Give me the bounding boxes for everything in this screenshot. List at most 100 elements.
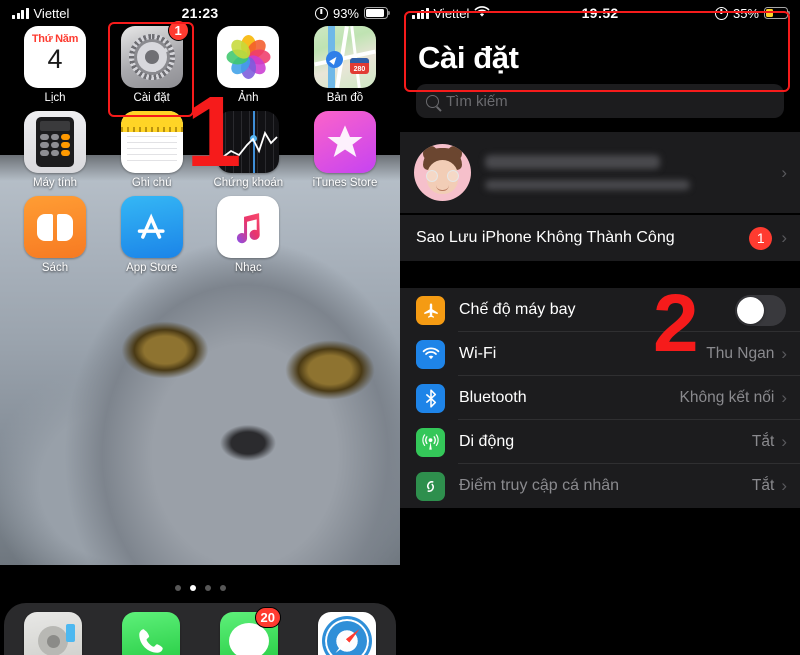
row-label: Di động — [459, 433, 515, 450]
chevron-right-icon: › — [781, 476, 787, 495]
gear-glyph — [128, 34, 175, 80]
row-personal-hotspot[interactable]: Điểm truy cập cá nhân Tắt › — [400, 464, 800, 508]
bluetooth-icon — [416, 383, 445, 413]
battery-percent-label: 35% — [732, 5, 759, 21]
row-cellular[interactable]: Di động Tắt › — [400, 420, 800, 464]
app-icon-app-store[interactable]: App Store — [111, 196, 193, 274]
notes-icon — [120, 111, 183, 173]
dock-badge: 20 — [254, 607, 281, 628]
app-icon-settings[interactable]: 1 Cài đặt — [111, 20, 193, 104]
row-airplane-mode[interactable]: Chế độ máy bay — [400, 288, 800, 332]
app-store-icon — [120, 196, 183, 258]
app-icon-books[interactable]: Sách — [14, 196, 96, 274]
cellular-icon — [416, 427, 445, 457]
page-dot[interactable] — [219, 585, 226, 591]
battery-low-power-icon — [764, 7, 791, 19]
app-label: Ảnh — [238, 92, 259, 104]
app-icon-stocks[interactable]: Chứng khoán — [207, 111, 289, 189]
maps-icon: 280 — [313, 26, 376, 88]
app-label: Lịch — [44, 92, 66, 104]
open-book-glyph — [37, 213, 73, 241]
hotspot-icon — [416, 471, 445, 501]
handset-glyph — [139, 629, 163, 653]
photos-flower-glyph — [226, 35, 271, 79]
status-right: 35% — [714, 5, 791, 21]
screenshot-root: Viettel 21:23 93% Thứ Năm 4 Lịch 1 Cài đ… — [0, 0, 800, 655]
itunes-store-icon — [313, 111, 376, 173]
search-icon — [426, 94, 439, 108]
page-title: Cài đặt — [418, 40, 519, 75]
maps-location-pin — [325, 51, 343, 68]
row-label: Điểm truy cập cá nhân — [459, 477, 620, 494]
app-icon-itunes-store[interactable]: iTunes Store — [304, 111, 386, 189]
app-row-3: Sách App Store Nhạc — [14, 196, 386, 274]
left-phone-home-screen: Viettel 21:23 93% Thứ Năm 4 Lịch 1 Cài đ… — [0, 0, 400, 655]
page-dot-active[interactable] — [189, 585, 196, 591]
chevron-right-icon: › — [781, 162, 787, 182]
row-label: Wi-Fi — [459, 345, 497, 362]
search-container: Tìm kiếm — [400, 84, 800, 132]
app-grid: Thứ Năm 4 Lịch 1 Cài đặt Ảnh 280 Bản đồ … — [0, 20, 400, 281]
row-bluetooth[interactable]: Bluetooth Không kết nối › — [400, 376, 800, 420]
app-icon-calculator[interactable]: Máy tính — [14, 111, 96, 189]
chevron-right-icon: › — [781, 388, 787, 407]
stocks-icon — [217, 111, 280, 173]
chevron-right-icon: › — [781, 432, 787, 451]
left-status-bar: Viettel 21:23 93% — [0, 0, 400, 26]
camera-icon — [24, 612, 82, 655]
row-backup-failed[interactable]: Sao Lưu iPhone Không Thành Công 1 › — [400, 215, 800, 261]
wifi-icon — [416, 339, 445, 369]
app-icon-notes[interactable]: Ghi chú — [111, 111, 193, 189]
music-note-glyph — [237, 213, 261, 244]
photos-icon — [217, 26, 280, 88]
search-input[interactable]: Tìm kiếm — [416, 84, 784, 118]
dock: 20 — [4, 603, 396, 655]
row-value: Thu Ngan — [706, 345, 775, 362]
dock-icon-safari[interactable] — [317, 612, 377, 655]
dock-icon-camera[interactable] — [23, 612, 83, 655]
airplane-icon — [416, 295, 445, 325]
app-icon-music[interactable]: Nhạc — [207, 196, 289, 274]
row-value: Tắt — [751, 477, 775, 494]
row-wifi[interactable]: Wi-Fi Thu Ngan › — [400, 332, 800, 376]
chevron-right-icon: › — [781, 228, 787, 247]
chevron-right-icon: › — [781, 344, 787, 363]
row-value: Không kết nối — [679, 389, 775, 406]
status-right: 93% — [314, 5, 391, 21]
safari-icon — [318, 612, 376, 655]
app-label: iTunes Store — [312, 177, 378, 189]
battery-percent-label: 93% — [332, 5, 359, 21]
row-label: Chế độ máy bay — [459, 301, 576, 318]
page-indicator-dots[interactable] — [0, 585, 400, 591]
profile-name-blurred — [485, 155, 660, 169]
dock-icon-phone[interactable] — [121, 612, 181, 655]
apple-id-profile-row[interactable]: › — [400, 132, 800, 213]
search-placeholder: Tìm kiếm — [446, 92, 508, 110]
app-row-2: Máy tính Ghi chú Chứng khoán iTunes Stor… — [14, 111, 386, 189]
phone-icon — [122, 612, 180, 655]
app-slot-empty — [304, 196, 386, 274]
status-badge: 1 — [749, 226, 773, 250]
memoji-avatar — [414, 144, 471, 201]
battery-icon — [364, 7, 391, 19]
app-icon-photos[interactable]: Ảnh — [207, 26, 289, 104]
backup-group: Sao Lưu iPhone Không Thành Công 1 › — [400, 215, 800, 261]
stocks-line-chart — [222, 130, 278, 158]
dock-icon-messages[interactable]: 20 — [219, 607, 281, 655]
airplane-mode-toggle[interactable] — [735, 294, 786, 326]
app-label: Ghi chú — [131, 177, 172, 189]
connectivity-group: Chế độ máy bay Wi-Fi Thu Ngan › Bluetoot… — [400, 288, 800, 508]
calculator-icon — [24, 111, 86, 173]
books-icon — [24, 196, 86, 258]
app-icon-maps[interactable]: 280 Bản đồ — [304, 26, 386, 104]
maps-route-shield: 280 — [349, 58, 369, 74]
page-dot[interactable] — [174, 585, 181, 591]
app-label: Máy tính — [32, 177, 78, 189]
music-icon — [217, 196, 280, 258]
app-icon-calendar[interactable]: Thứ Năm 4 Lịch — [14, 26, 96, 104]
app-label: App Store — [126, 262, 178, 274]
page-dot[interactable] — [204, 585, 211, 591]
star-glyph — [327, 125, 363, 157]
app-label: Cài đặt — [133, 92, 170, 104]
app-label: Bản đồ — [326, 92, 364, 104]
